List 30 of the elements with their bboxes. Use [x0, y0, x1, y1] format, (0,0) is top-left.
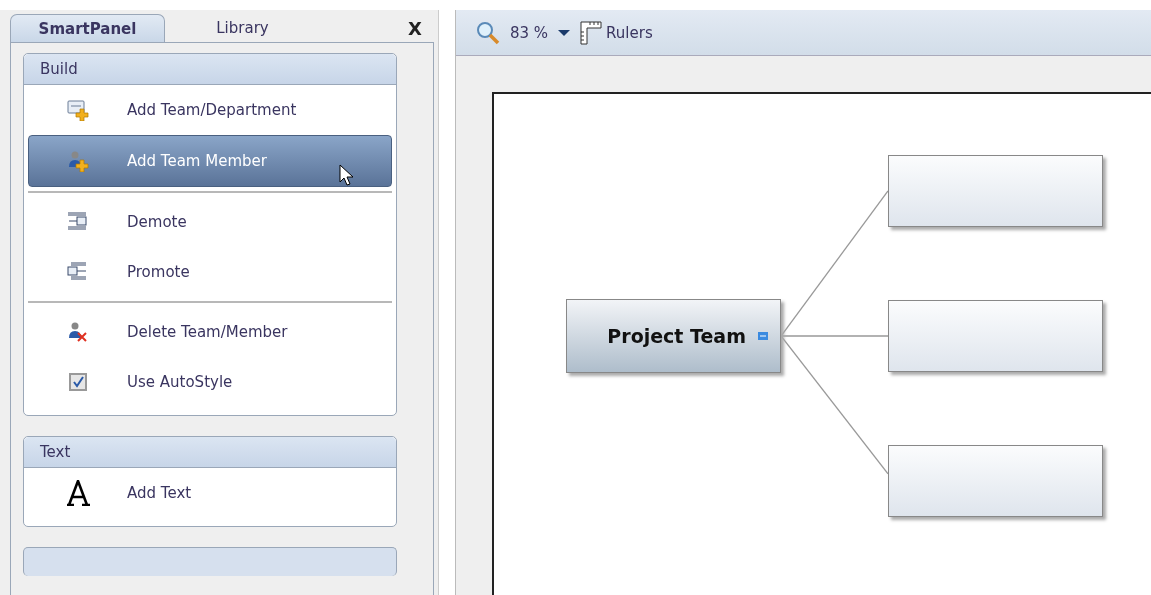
search-icon: [476, 20, 500, 45]
menu-item[interactable]: Delete Team/Member: [28, 307, 392, 357]
promote-icon: [67, 261, 89, 283]
letter-a-icon: [65, 480, 91, 506]
menu-item[interactable]: Use AutoStyle: [28, 357, 392, 407]
person-plus-icon: [67, 150, 89, 172]
checkbox[interactable]: [69, 373, 87, 391]
section-header: Text: [24, 437, 396, 468]
cursor-icon: [339, 164, 355, 186]
section-header: Build: [24, 54, 396, 85]
menu-item[interactable]: Add Text: [28, 468, 392, 518]
close-button[interactable]: X: [408, 18, 422, 39]
menu-item[interactable]: Add Team/Department: [28, 85, 392, 135]
org-node[interactable]: [888, 300, 1103, 372]
rulers-button[interactable]: Rulers: [606, 23, 653, 42]
menu-item[interactable]: Promote: [28, 247, 392, 297]
ruler-icon: [580, 20, 603, 45]
node-label: Project Team: [607, 325, 746, 347]
dropdown-arrow-icon: [558, 28, 571, 37]
person-delete-icon: [67, 321, 89, 343]
panel-tab[interactable]: Library: [165, 14, 320, 42]
org-node[interactable]: Project Team: [566, 299, 781, 373]
org-node[interactable]: [888, 445, 1103, 517]
panel-tab[interactable]: SmartPanel: [10, 14, 165, 42]
zoom-value[interactable]: 83 %: [510, 23, 549, 42]
checkmark-icon: [72, 376, 84, 388]
demote-icon: [67, 211, 89, 233]
org-node[interactable]: [888, 155, 1103, 227]
menu-item[interactable]: Demote: [28, 197, 392, 247]
card-plus-icon: [67, 99, 89, 121]
